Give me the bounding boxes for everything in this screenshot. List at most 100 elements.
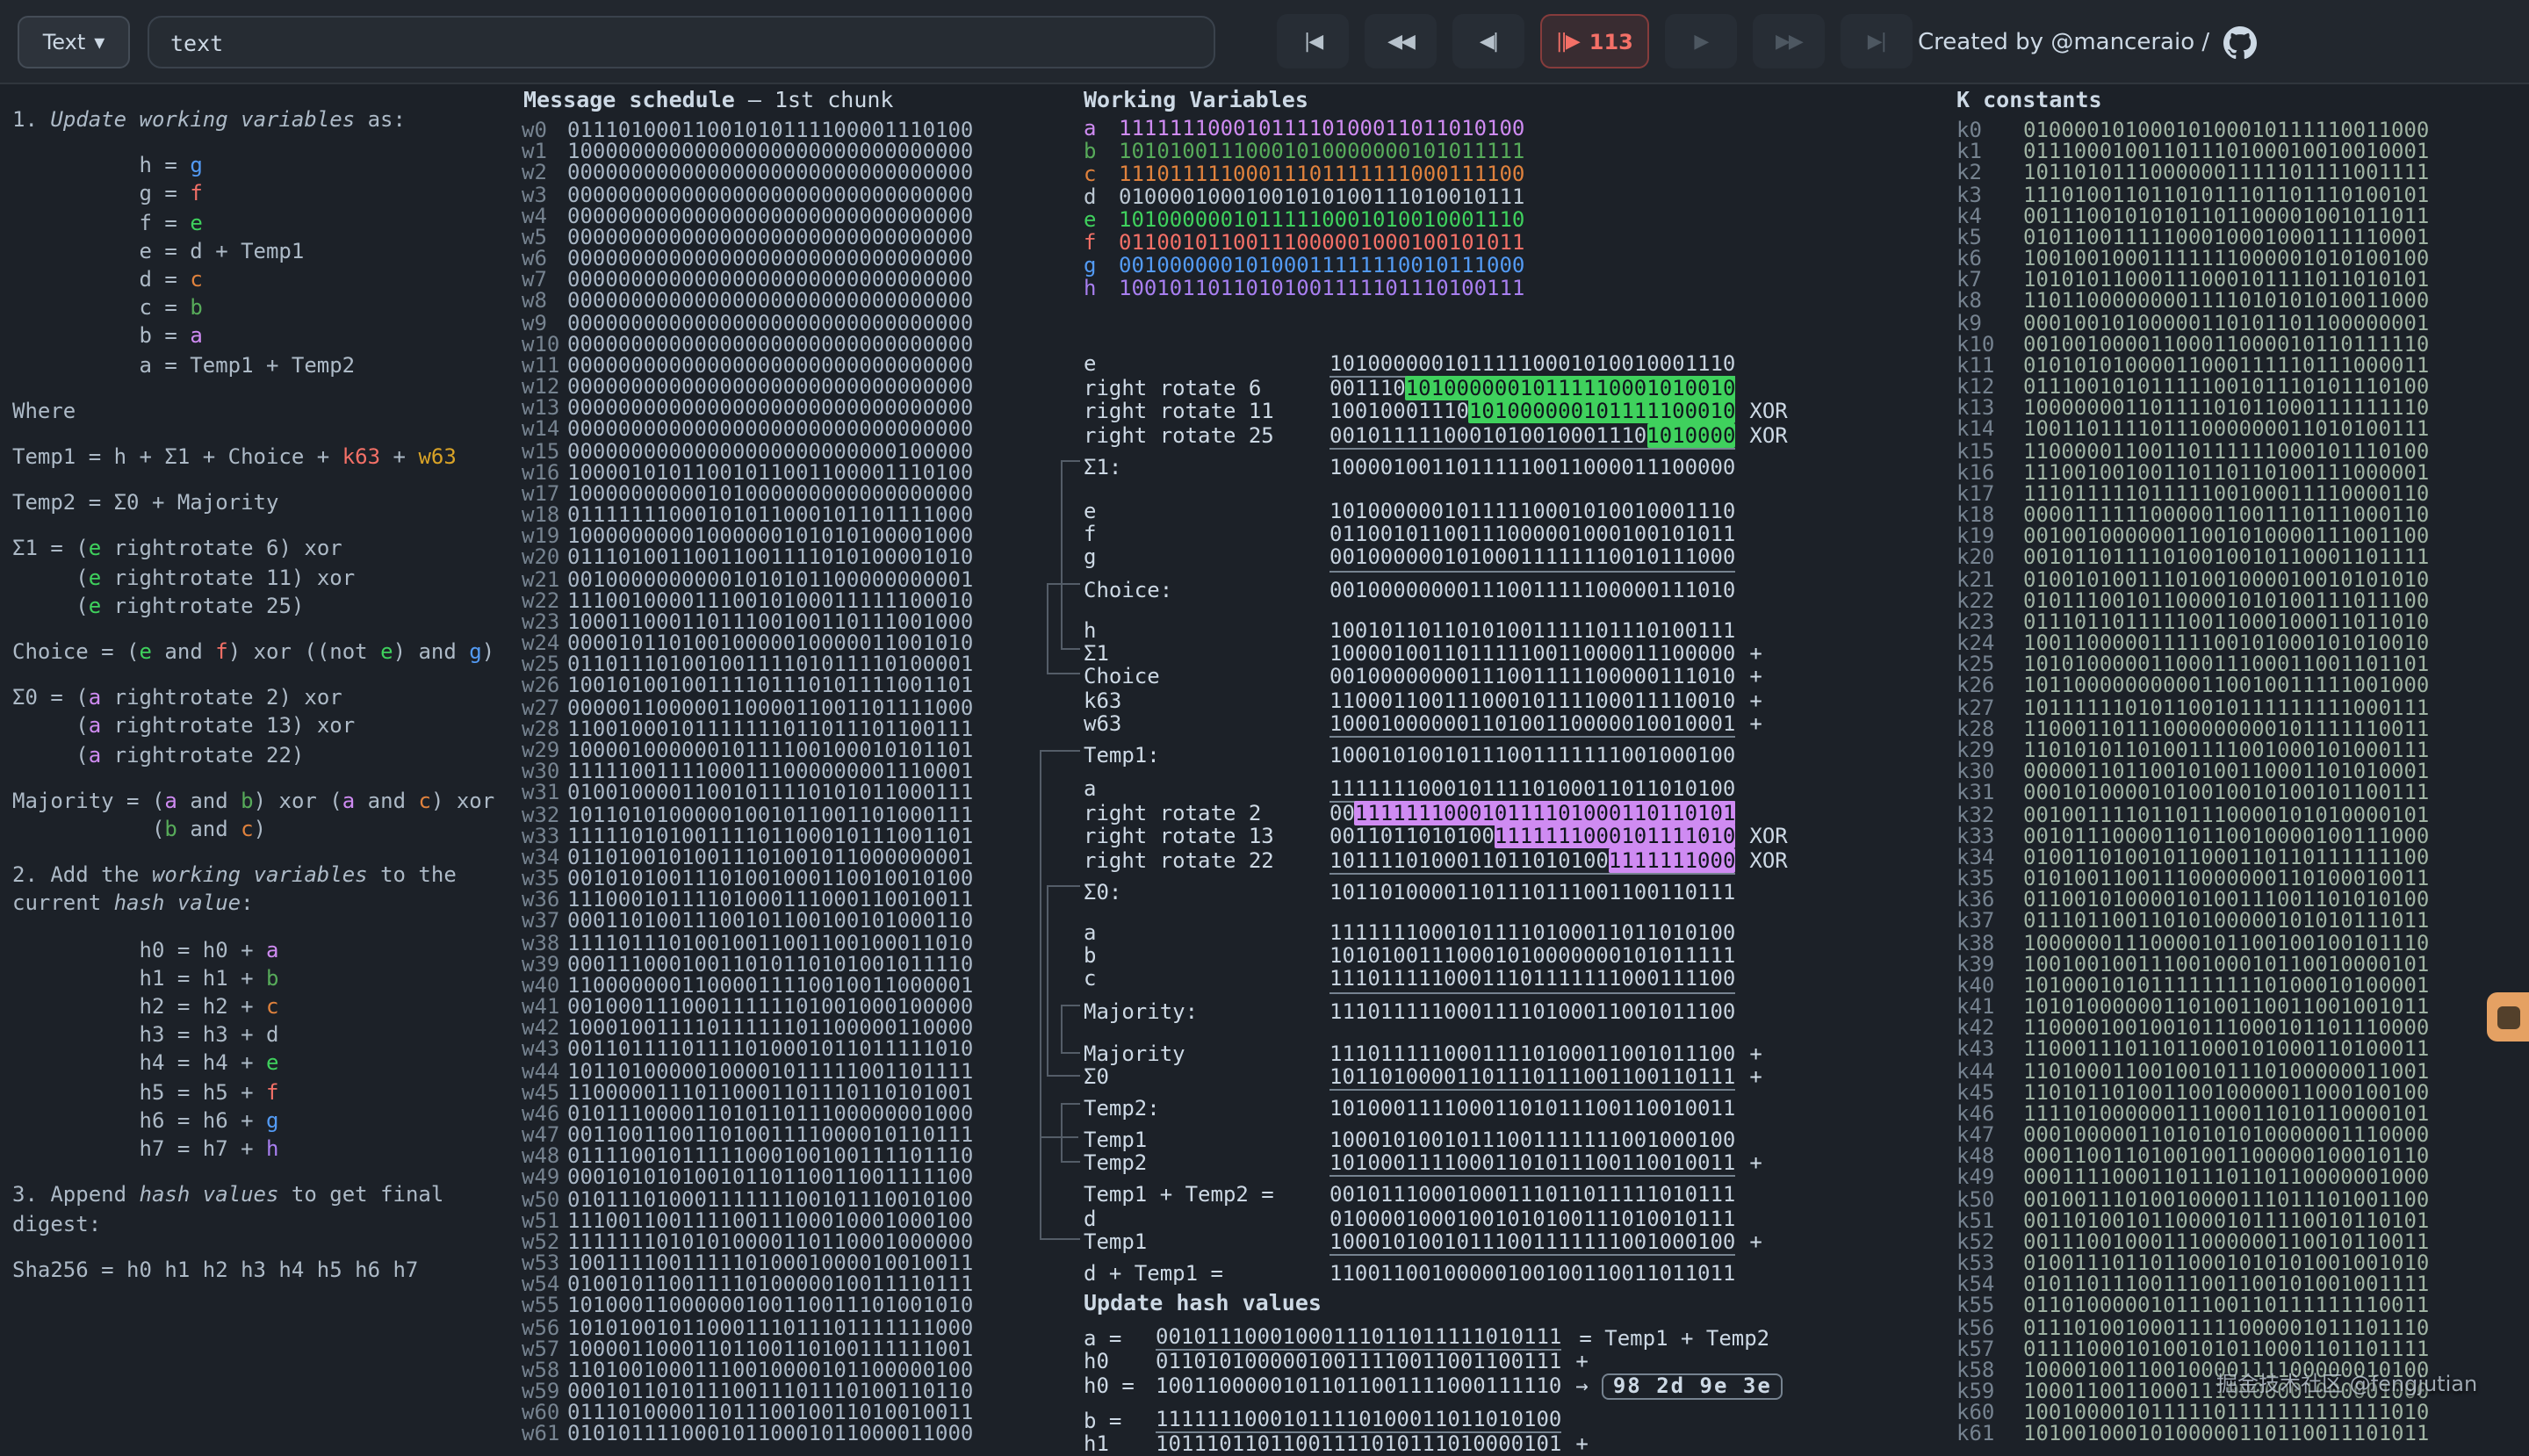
floating-widget[interactable] [2487, 992, 2529, 1042]
pause-button[interactable]: ||▶113 [1540, 14, 1649, 68]
calc-row-label: c [1084, 969, 1329, 993]
schedule-row-label: w39 [522, 953, 567, 974]
explainer-line: Majority = (a and b) xor (a and c) xor [12, 787, 518, 815]
k-constant-row: k2510101000001100011100011001101101 [1946, 654, 2473, 675]
calc-row: right rotate 130011011010100111111100010… [1084, 826, 1788, 849]
k-constant-row-value: 01011100101100001010100111011100 [2023, 590, 2429, 611]
update-row-label: h1 [1084, 1433, 1156, 1456]
explainer-text: Temp2 = Σ0 + Majority [12, 490, 278, 515]
explainer-text: e [89, 565, 101, 589]
k-constant-row-label: k46 [1956, 1103, 2023, 1124]
explainer-text: rightrotate 25) [101, 594, 304, 618]
explainer-text: digest: [12, 1211, 101, 1236]
k-constant-row-label: k11 [1956, 355, 2023, 376]
schedule-row: w5001011101000111111100101110010100 [522, 1188, 1031, 1209]
k-constant-row-label: k3 [1956, 184, 2023, 205]
schedule-row-label: w15 [522, 440, 567, 461]
prev-chunk-button[interactable]: ◀◀ [1365, 14, 1437, 68]
schedule-row-value: 10000100000010111100100010101101 [567, 739, 973, 760]
schedule-row: w2211100100001110010100011111100010 [522, 590, 1031, 611]
message-schedule-title: Message schedule — 1st chunk [523, 88, 1031, 112]
input-type-select[interactable]: Text ▾ [18, 16, 130, 68]
schedule-row-label: w17 [522, 483, 567, 504]
calc-section-temp1-plus-temp2: Temp110001010010111001111111001000100 Tem… [1084, 1129, 1762, 1207]
explainer-text: a [89, 714, 101, 739]
k-constant-row-value: 11010101101001111001000101000111 [2023, 739, 2429, 760]
calc-row: c11101111100011101111111000111100 [1084, 969, 1735, 993]
schedule-row-label: w44 [522, 1060, 567, 1081]
k-constant-row-value: 11010110100110010000011000100100 [2023, 1081, 2429, 1102]
k-constant-row: k2201011100101100001010100111011100 [1946, 590, 2473, 611]
calc-row: Temp1 + Temp2 =0010111000100011101101111… [1084, 1185, 1762, 1207]
schedule-row-label: w3 [522, 184, 567, 205]
explainer-panel: 1. Update working variables as: h = g g … [12, 105, 518, 1284]
k-constant-row-label: k4 [1956, 205, 2023, 226]
schedule-row: w110000000000000000000000000000000 [522, 141, 1031, 162]
explainer-line: h = g [12, 151, 518, 179]
rotated-bits-highlight: 1111111000101111010 [1495, 825, 1736, 849]
calc-row-value: 10001010010111001111111001000100 [1329, 1129, 1735, 1152]
calc-row-value: 10110100001101110111001100110111 [1329, 882, 1735, 905]
explainer-text: ( [12, 817, 164, 841]
schedule-row-label: w33 [522, 825, 567, 846]
explainer-text: g [469, 639, 481, 664]
explainer-text: g [266, 1108, 278, 1133]
schedule-row-label: w5 [522, 227, 567, 248]
k-constant-row-label: k44 [1956, 1060, 2023, 1081]
prev-chunk-icon: ◀◀ [1387, 30, 1414, 53]
schedule-row-label: w54 [522, 1274, 567, 1295]
skip-to-end-button[interactable]: ▶| [1841, 14, 1913, 68]
k-constant-row-value: 10111111010110010111111111000111 [2023, 696, 2429, 717]
explainer-text: Σ1 = ( [12, 537, 89, 561]
schedule-row-value: 00000000000000000000000000000000 [567, 312, 973, 333]
calc-row: Choice00100000000111001111100000111010+ [1084, 667, 1762, 689]
schedule-row-value: 01111111000101011000101101111000 [567, 504, 973, 525]
calc-row-label: Temp1 [1084, 1129, 1329, 1152]
playback-controls: |◀◀◀◀|||▶113▶▶▶▶| [1277, 14, 1913, 68]
schedule-row-value: 00100000000001010101100000000001 [567, 568, 973, 589]
k-constant-row-value: 01011001111100010001000111110001 [2023, 227, 2429, 248]
operator-label: XOR [1749, 826, 1787, 849]
k-constant-row: k5401011011100111001100101001001111 [1946, 1274, 2473, 1295]
calc-row-label: Majority: [1084, 1000, 1329, 1023]
step-forward-button[interactable]: ▶ [1665, 14, 1737, 68]
k-constant-row-label: k2 [1956, 162, 2023, 184]
update-row: h0 = 10011000001011011001111000111110→98… [1084, 1373, 1783, 1400]
working-variable-label: a [1084, 118, 1119, 141]
k-constant-row: k3300101110000110110010000100111000 [1946, 825, 2473, 846]
sha256-visualizer: Text ▾ |◀◀◀◀|||▶113▶▶▶▶| Created by @man… [0, 0, 2529, 1426]
next-chunk-button[interactable]: ▶▶ [1753, 14, 1825, 68]
schedule-row-value: 01110100110011001111010100001010 [567, 547, 973, 568]
schedule-row-value: 01001000011001011110101011000111 [567, 782, 973, 804]
connector-line [1047, 583, 1080, 674]
explainer-text: Temp1 = h + Σ1 + Choice + [12, 444, 342, 469]
k-constant-row: k1201110010101111100101110101110100 [1946, 376, 2473, 397]
operator-label: XOR [1749, 424, 1787, 449]
update-row-label: b = [1084, 1409, 1156, 1432]
k-constant-row-label: k35 [1956, 868, 2023, 889]
github-link[interactable] [2223, 25, 2257, 59]
calc-row-label: Temp2: [1084, 1099, 1329, 1121]
message-input[interactable] [148, 16, 1215, 68]
calc-row-label: right rotate 11 [1084, 401, 1329, 424]
skip-to-end-icon: ▶| [1868, 30, 1885, 53]
credit: Created by @manceraio / [1918, 0, 2257, 84]
k-constant-row-value: 00101101111010010010110001101111 [2023, 547, 2429, 568]
k-constant-row-label: k56 [1956, 1316, 2023, 1337]
calc-row-value: 10110100001101110111001100110111 [1329, 1066, 1735, 1091]
k-constant-row: k5701111000101001010110001101101111 [1946, 1338, 2473, 1359]
explainer-text: k63 [342, 444, 380, 469]
working-variable-value: 10101001110001010000000101011111 [1119, 141, 1524, 163]
step-back-button[interactable]: ◀| [1452, 14, 1524, 68]
schedule-row-label: w56 [522, 1316, 567, 1337]
schedule-row-label: w59 [522, 1380, 567, 1402]
calc-row-label: Σ1: [1084, 457, 1329, 479]
skip-to-start-button[interactable]: |◀ [1277, 14, 1349, 68]
explainer-line: Temp2 = Σ0 + Majority [12, 488, 518, 516]
schedule-row: w5811010010001110010000101100000100 [522, 1359, 1031, 1380]
rotated-bits-highlight: 111111100010111101000110110101 [1355, 801, 1736, 825]
calc-section-majority: a11111110001011110100011011010100b101010… [1084, 922, 1735, 1024]
explainer-text: c [418, 789, 430, 813]
schedule-row-value: 00110111101111010001011011111010 [567, 1039, 973, 1060]
k-constant-row-label: k16 [1956, 462, 2023, 483]
